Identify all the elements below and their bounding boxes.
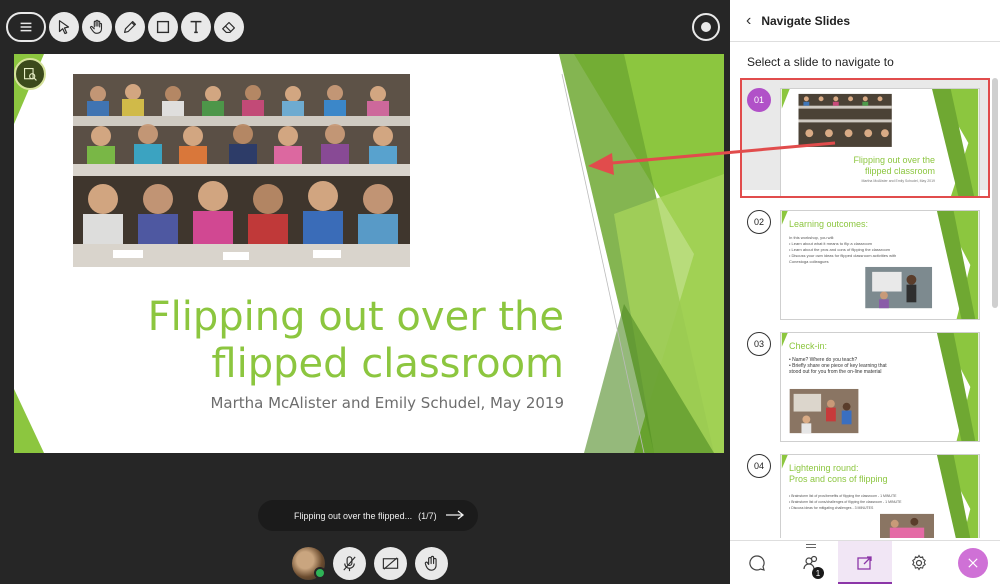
thumb-title-line2: Pros and cons of flipping	[789, 474, 888, 484]
slide-number-badge: 04	[747, 454, 771, 478]
avatar[interactable]	[292, 547, 326, 580]
stop-icon	[701, 22, 711, 32]
arrow-right-icon[interactable]	[445, 509, 465, 522]
thumb-line: Conestoga colleagues	[789, 259, 829, 264]
pan-hand-icon[interactable]	[82, 12, 112, 42]
whiteboard-toolbar	[6, 12, 244, 42]
chat-icon[interactable]	[730, 541, 784, 584]
thumb-line: stood out for you from the on-line mater…	[789, 369, 882, 375]
slide-title-line2: flipped classroom	[211, 341, 564, 387]
slide-number-badge: 03	[747, 332, 771, 356]
camera-off-icon[interactable]	[374, 547, 407, 580]
slide-thumbnail-image: Learning outcomes: In this workshop, you…	[780, 210, 980, 320]
stop-sharing-button[interactable]	[692, 13, 720, 41]
classroom-photo	[73, 74, 410, 267]
online-status-icon	[314, 567, 326, 579]
slide-navigation-bar[interactable]: Flipping out over the flipped... (1/7)	[258, 500, 478, 531]
pointer-icon[interactable]	[49, 12, 79, 42]
slide-thumbnail-01[interactable]: 01 Flipping out over the flipped classro…	[740, 78, 990, 198]
slide-thumbnail-list: 01 Flipping out over the flipped classro…	[730, 78, 1000, 538]
thumb-line: • Discuss ideas for mitigating challenge…	[789, 506, 874, 510]
attendees-icon[interactable]: 1	[784, 541, 838, 584]
thumb-title-line1: Flipping out over the	[853, 155, 935, 165]
thumb-title-line1: Lightening round:	[789, 463, 859, 473]
eraser-icon[interactable]	[214, 12, 244, 42]
slide-number-badge: 01	[747, 88, 771, 112]
current-slide-title: Flipping out over the flipped...	[294, 510, 413, 521]
chevron-left-icon[interactable]: ‹	[746, 12, 751, 30]
settings-gear-icon[interactable]	[892, 541, 946, 584]
attendee-count-badge: 1	[812, 567, 824, 579]
navigate-slides-panel: ‹ Navigate Slides Select a slide to navi…	[730, 0, 1000, 584]
thumb-title: Learning outcomes:	[789, 219, 869, 229]
menu-icon[interactable]	[6, 12, 46, 42]
share-content-icon[interactable]	[838, 541, 892, 584]
thumb-caption: Martha McAlister and Emily Schudel, May …	[861, 179, 935, 183]
close-panel-icon[interactable]	[946, 541, 1000, 584]
thumb-title: Check-in:	[789, 341, 828, 351]
slide-number-badge: 02	[747, 210, 771, 234]
scrollbar-thumb[interactable]	[992, 78, 998, 308]
microphone-off-icon[interactable]	[333, 547, 366, 580]
thumb-title-line2: flipped classroom	[864, 166, 935, 176]
drag-grip-icon	[806, 544, 816, 548]
main-stage: Flipping out over the flipped classroom …	[0, 0, 730, 584]
session-controls	[292, 547, 448, 580]
text-icon[interactable]	[181, 12, 211, 42]
slide-counter: (1/7)	[418, 510, 437, 521]
slide-title-line1: Flipping out over the	[147, 294, 564, 340]
slide-thumbnail-02[interactable]: 02 Learning outcomes: In this workshop, …	[740, 200, 990, 320]
panel-header: ‹ Navigate Slides	[730, 0, 1000, 42]
slide-thumbnail-04[interactable]: 04 Lightening round: Pros and cons of fl…	[740, 444, 990, 538]
pencil-icon[interactable]	[115, 12, 145, 42]
slide-thumbnail-image: Flipping out over the flipped classroom …	[780, 88, 980, 198]
panel-title: Navigate Slides	[761, 13, 851, 28]
shared-slide: Flipping out over the flipped classroom …	[14, 54, 724, 453]
slide-thumbnail-03[interactable]: 03 Check-in: • Name? Where do you teach?…	[740, 322, 990, 442]
slide-thumbnail-image: Lightening round: Pros and cons of flipp…	[780, 454, 980, 538]
thumbnail-scrollbar[interactable]	[992, 78, 998, 538]
slide-thumbnail-image: Check-in: • Name? Where do you teach? • …	[780, 332, 980, 442]
slide-subtitle: Martha McAlister and Emily Schudel, May …	[210, 394, 564, 412]
rectangle-icon[interactable]	[148, 12, 178, 42]
slide-title: Flipping out over the flipped classroom	[134, 294, 564, 388]
magnify-slide-icon	[23, 67, 37, 81]
inspect-slide-button[interactable]	[14, 58, 46, 90]
raise-hand-icon[interactable]	[415, 547, 448, 580]
close-button[interactable]	[958, 548, 988, 578]
panel-subtitle: Select a slide to navigate to	[747, 55, 894, 69]
panel-tab-bar: 1	[730, 540, 1000, 584]
